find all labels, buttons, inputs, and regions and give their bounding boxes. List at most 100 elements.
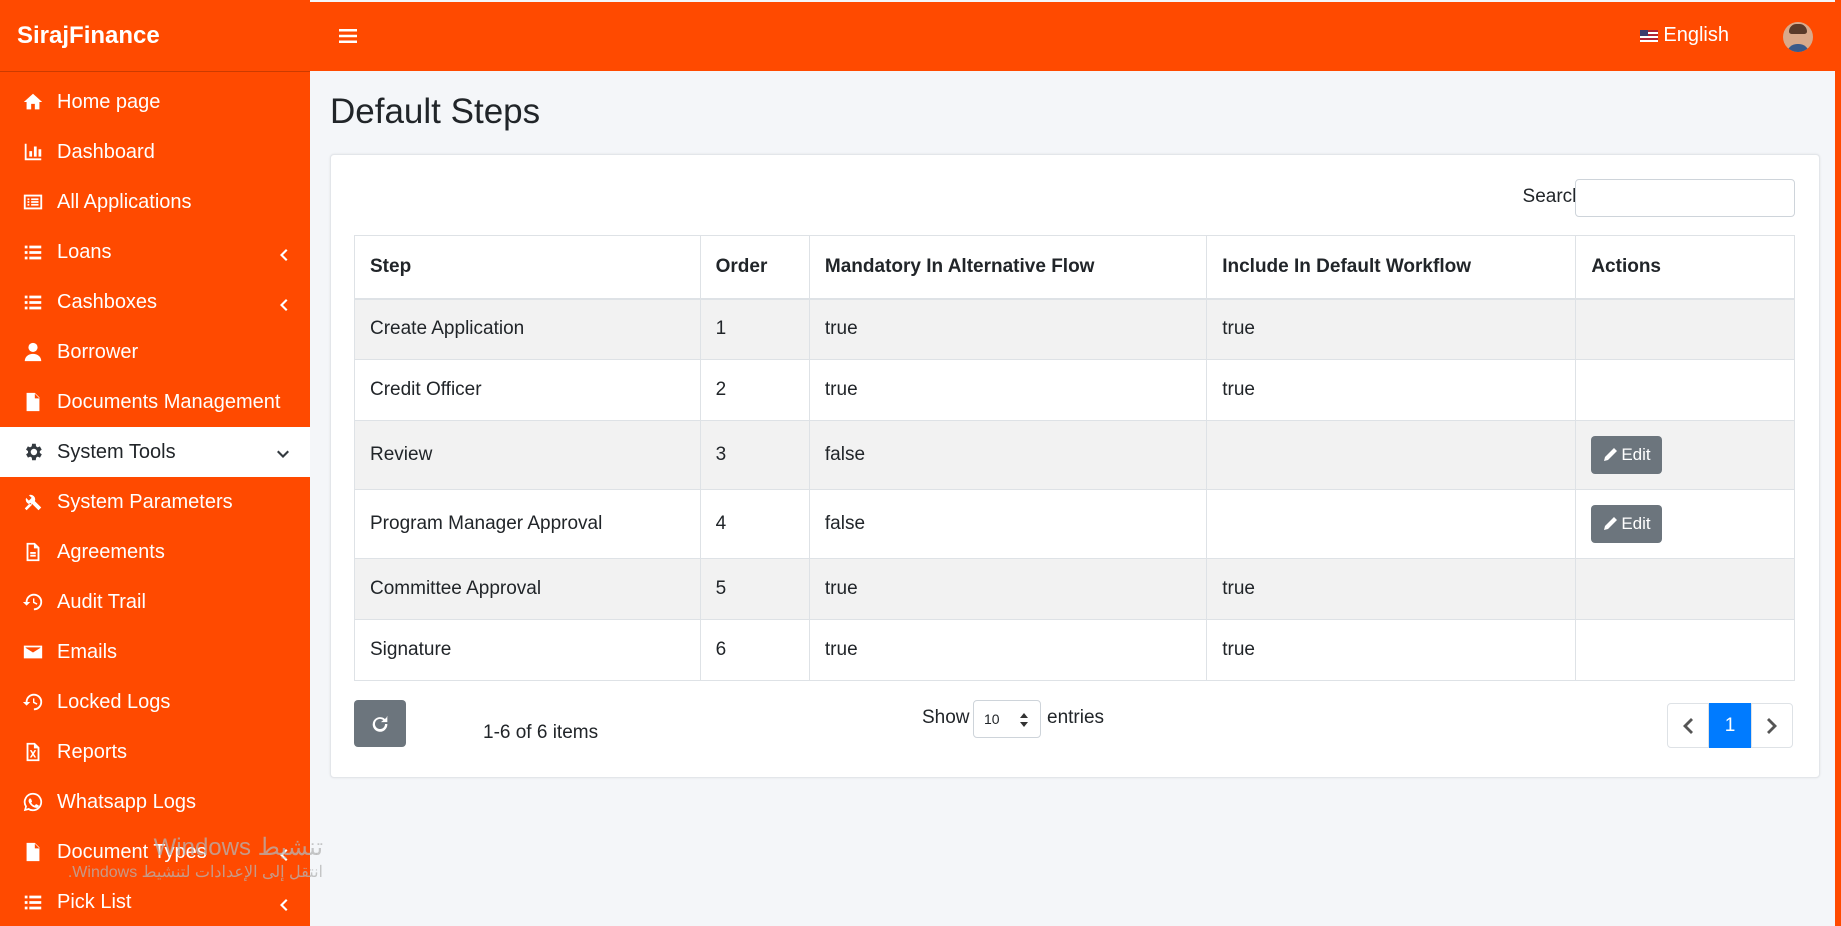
cell-step: Credit Officer xyxy=(354,359,701,421)
sidebar-item-label: Whatsapp Logs xyxy=(57,790,196,813)
sidebar-item-home-page[interactable]: Home page xyxy=(0,77,310,127)
column-header-order[interactable]: Order xyxy=(699,235,810,300)
sidebar-item-label: Agreements xyxy=(57,540,165,563)
cell-include xyxy=(1206,489,1577,559)
home-icon xyxy=(20,89,46,115)
brand-logo[interactable]: SirajFinance xyxy=(0,0,310,72)
sidebar-item-reports[interactable]: Reports xyxy=(0,727,310,777)
cell-actions xyxy=(1575,359,1795,421)
cell-order: 1 xyxy=(699,298,810,360)
sidebar-item-document-types[interactable]: Document Types xyxy=(0,827,310,877)
sidebar-item-pick-list[interactable]: Pick List xyxy=(0,877,310,926)
language-label: English xyxy=(1663,24,1729,46)
prev-page-button[interactable] xyxy=(1667,703,1709,748)
cell-mandatory: true xyxy=(808,359,1208,421)
sidebar-item-all-applications[interactable]: All Applications xyxy=(0,177,310,227)
edit-button[interactable]: Edit xyxy=(1591,436,1662,474)
sidebar-item-dashboard[interactable]: Dashboard xyxy=(0,127,310,177)
sidebar-item-documents-management[interactable]: Documents Management xyxy=(0,377,310,427)
chevron-left-icon xyxy=(276,895,290,911)
chevron-down-icon xyxy=(276,445,290,459)
sidebar-item-cashboxes[interactable]: Cashboxes xyxy=(0,277,310,327)
refresh-button[interactable] xyxy=(354,700,406,747)
cell-include xyxy=(1206,420,1577,490)
sidebar-item-label: All Applications xyxy=(57,190,192,213)
column-header-actions: Actions xyxy=(1575,235,1795,300)
language-selector[interactable]: English xyxy=(1640,24,1729,47)
user-icon xyxy=(20,339,46,365)
whatsapp-icon xyxy=(20,789,46,815)
history-icon xyxy=(20,689,46,715)
sidebar-item-label: Locked Logs xyxy=(57,690,171,713)
chevron-left-icon xyxy=(276,245,290,261)
sidebar-item-label: Loans xyxy=(57,240,112,263)
table-row: Program Manager Approval 4 false Edit xyxy=(354,489,1795,559)
sidebar-item-label: Emails xyxy=(57,640,118,663)
cell-actions: Edit xyxy=(1575,489,1795,559)
table-row: Credit Officer 2 true true xyxy=(354,359,1795,421)
cell-mandatory: false xyxy=(808,489,1208,559)
file-contract-icon xyxy=(20,539,46,565)
sidebar-item-agreements[interactable]: Agreements xyxy=(0,527,310,577)
sidebar-item-label: Documents Management xyxy=(57,390,281,413)
sidebar-item-whatsapp-logs[interactable]: Whatsapp Logs xyxy=(0,777,310,827)
sidebar-nav: Home page Dashboard All Applications Loa… xyxy=(0,72,310,926)
pagination: 1 xyxy=(1667,703,1793,748)
menu-toggle-icon[interactable] xyxy=(338,26,358,46)
chevron-left-icon xyxy=(276,845,290,861)
cell-order: 4 xyxy=(699,489,810,559)
tools-icon xyxy=(20,489,46,515)
page-button-1[interactable]: 1 xyxy=(1709,703,1751,748)
cell-include: true xyxy=(1206,619,1577,681)
next-page-button[interactable] xyxy=(1751,703,1793,748)
edit-button-label: Edit xyxy=(1621,514,1651,533)
table-row: Committee Approval 5 true true xyxy=(354,558,1795,620)
cell-actions xyxy=(1575,298,1795,360)
chart-bar-icon xyxy=(20,139,46,165)
column-header-include[interactable]: Include In Default Workflow xyxy=(1206,235,1577,300)
sidebar-item-borrower[interactable]: Borrower xyxy=(0,327,310,377)
edit-button[interactable]: Edit xyxy=(1591,505,1662,543)
sidebar-item-label: Document Types xyxy=(57,840,207,863)
sidebar-item-label: Pick List xyxy=(57,890,132,913)
sidebar-item-system-tools[interactable]: System Tools xyxy=(0,427,310,477)
sidebar-item-label: Borrower xyxy=(57,340,139,363)
envelope-icon xyxy=(20,639,46,665)
us-flag-icon xyxy=(1640,29,1659,42)
refresh-icon xyxy=(372,715,388,732)
window-edge xyxy=(1835,0,1841,926)
sidebar-item-label: Dashboard xyxy=(57,140,155,163)
sidebar-item-label: Reports xyxy=(57,740,128,763)
page-title: Default Steps xyxy=(330,92,541,131)
sidebar-item-loans[interactable]: Loans xyxy=(0,227,310,277)
file-excel-icon xyxy=(20,739,46,765)
top-navbar: English xyxy=(310,2,1835,71)
sidebar-item-system-parameters[interactable]: System Parameters xyxy=(0,477,310,527)
cell-mandatory: false xyxy=(808,420,1208,490)
cell-mandatory: true xyxy=(808,619,1208,681)
column-header-step[interactable]: Step xyxy=(354,235,701,300)
cell-include: true xyxy=(1206,298,1577,360)
list-icon xyxy=(20,239,46,265)
sidebar-item-audit-trail[interactable]: Audit Trail xyxy=(0,577,310,627)
cell-step: Signature xyxy=(354,619,701,681)
gear-icon xyxy=(20,439,46,465)
chevron-left-icon xyxy=(276,295,290,311)
cell-actions xyxy=(1575,619,1795,681)
search-input[interactable] xyxy=(1575,179,1795,217)
sidebar-item-locked-logs[interactable]: Locked Logs xyxy=(0,677,310,727)
file-icon xyxy=(20,839,46,865)
cell-include: true xyxy=(1206,359,1577,421)
cell-step: Review xyxy=(354,420,701,490)
sidebar-item-emails[interactable]: Emails xyxy=(0,627,310,677)
chevron-left-icon xyxy=(1683,717,1693,734)
chevron-right-icon xyxy=(1767,717,1777,734)
cell-order: 5 xyxy=(699,558,810,620)
steps-table: Step Order Mandatory In Alternative Flow… xyxy=(354,235,1795,681)
avatar[interactable] xyxy=(1783,22,1813,52)
column-header-mandatory[interactable]: Mandatory In Alternative Flow xyxy=(808,235,1208,300)
entries-label: entries xyxy=(1047,707,1105,728)
list-alt-icon xyxy=(20,189,46,215)
table-row: Review 3 false Edit xyxy=(354,420,1795,490)
page-size-select[interactable]: 10 xyxy=(973,700,1041,738)
